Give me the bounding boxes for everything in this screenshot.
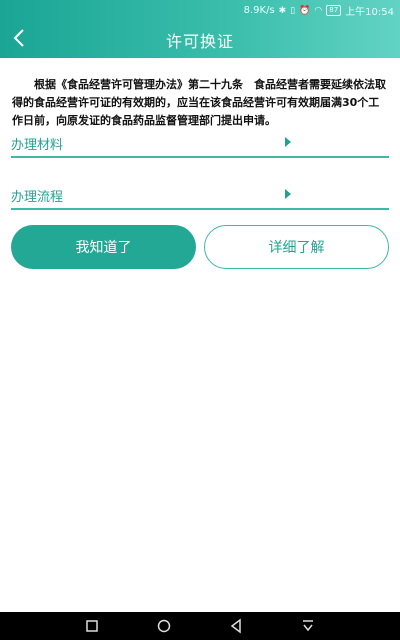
notification-shade-button[interactable] <box>300 618 316 634</box>
system-nav-bar <box>0 612 400 640</box>
row-materials-label: 办理材料 <box>11 138 64 153</box>
vibrate-icon: ▯ <box>290 5 296 16</box>
row-materials[interactable]: 办理材料 <box>11 128 389 158</box>
clock: 上午10:54 <box>345 7 394 18</box>
status-bar-right: 8.9K/s ✱ ▯ ⏰ ◠ 87 上午10:54 <box>244 3 394 18</box>
battery-icon: 87 <box>326 5 342 16</box>
row-process[interactable]: 办理流程 <box>11 180 389 210</box>
got-it-button-label: 我知道了 <box>75 240 132 256</box>
learn-more-button[interactable]: 详细了解 <box>204 225 389 269</box>
app-header: 8.9K/s ✱ ▯ ⏰ ◠ 87 上午10:54 许可换证 <box>0 0 400 58</box>
triangle-right-icon <box>285 189 291 199</box>
bluetooth-icon: ✱ <box>278 5 287 16</box>
circle-icon <box>157 619 171 633</box>
got-it-button[interactable]: 我知道了 <box>11 225 196 269</box>
square-icon <box>86 620 98 632</box>
pull-down-icon <box>303 620 313 632</box>
page-title: 许可换证 <box>165 32 234 51</box>
row-process-label: 办理流程 <box>11 190 64 205</box>
triangle-left-icon <box>230 618 241 634</box>
notice-text: 根据《食品经营许可管理办法》第二十九条 食品经营者需要延续依法取得的食品经营许可… <box>12 78 386 127</box>
triangle-right-icon <box>285 137 291 147</box>
alarm-icon: ⏰ <box>299 5 311 16</box>
back-nav-button[interactable] <box>228 618 244 634</box>
network-speed: 8.9K/s <box>243 5 275 16</box>
learn-more-button-label: 详细了解 <box>268 240 325 256</box>
home-button[interactable] <box>156 618 172 634</box>
status-bar: 8.9K/s ✱ ▯ ⏰ ◠ 87 上午10:54 <box>0 0 400 18</box>
wifi-icon: ◠ <box>314 5 323 16</box>
recents-button[interactable] <box>84 618 100 634</box>
